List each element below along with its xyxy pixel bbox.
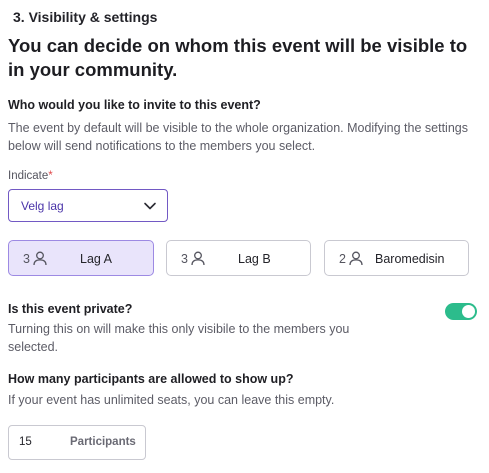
chevron-down-icon [144,202,156,210]
group-member-count: 2 [339,252,346,266]
invite-description: The event by default will be visible to … [8,121,468,153]
group-member-count: 3 [181,252,188,266]
participants-description: If your event has unlimited seats, you c… [8,393,335,407]
invite-question: Who would you like to invite to this eve… [8,98,261,112]
required-mark: * [48,170,53,182]
team-select[interactable]: Velg lag [8,189,168,222]
private-toggle[interactable] [445,303,477,320]
team-select-value: Velg lag [21,199,64,213]
participants-unit: Participants [70,436,136,448]
group-name: Baromedisin [375,252,445,266]
indicate-label: Indicate* [8,170,53,182]
group-chip-lag-a[interactable]: 3 Lag A [8,240,154,276]
person-icon [33,251,47,266]
person-icon [349,251,363,266]
indicate-label-text: Indicate [8,170,49,182]
participants-value: 15 [19,436,32,448]
toggle-knob [462,305,475,318]
private-description: Turning this on will make this only visi… [8,322,350,354]
person-icon [191,251,205,266]
group-chip-baromedisin[interactable]: 2 Baromedisin [324,240,469,276]
group-name: Lag A [80,252,112,266]
section-title: 3. Visibility & settings [13,9,158,25]
participants-input[interactable]: 15 Participants [8,425,146,460]
section-headline: You can decide on whom this event will b… [8,35,468,80]
participants-question: How many participants are allowed to sho… [8,372,294,386]
group-member-count: 3 [23,252,30,266]
private-question: Is this event private? [8,302,133,316]
group-name: Lag B [238,252,271,266]
visibility-settings-section: 3. Visibility & settings You can decide … [0,0,489,473]
group-chip-lag-b[interactable]: 3 Lag B [166,240,311,276]
